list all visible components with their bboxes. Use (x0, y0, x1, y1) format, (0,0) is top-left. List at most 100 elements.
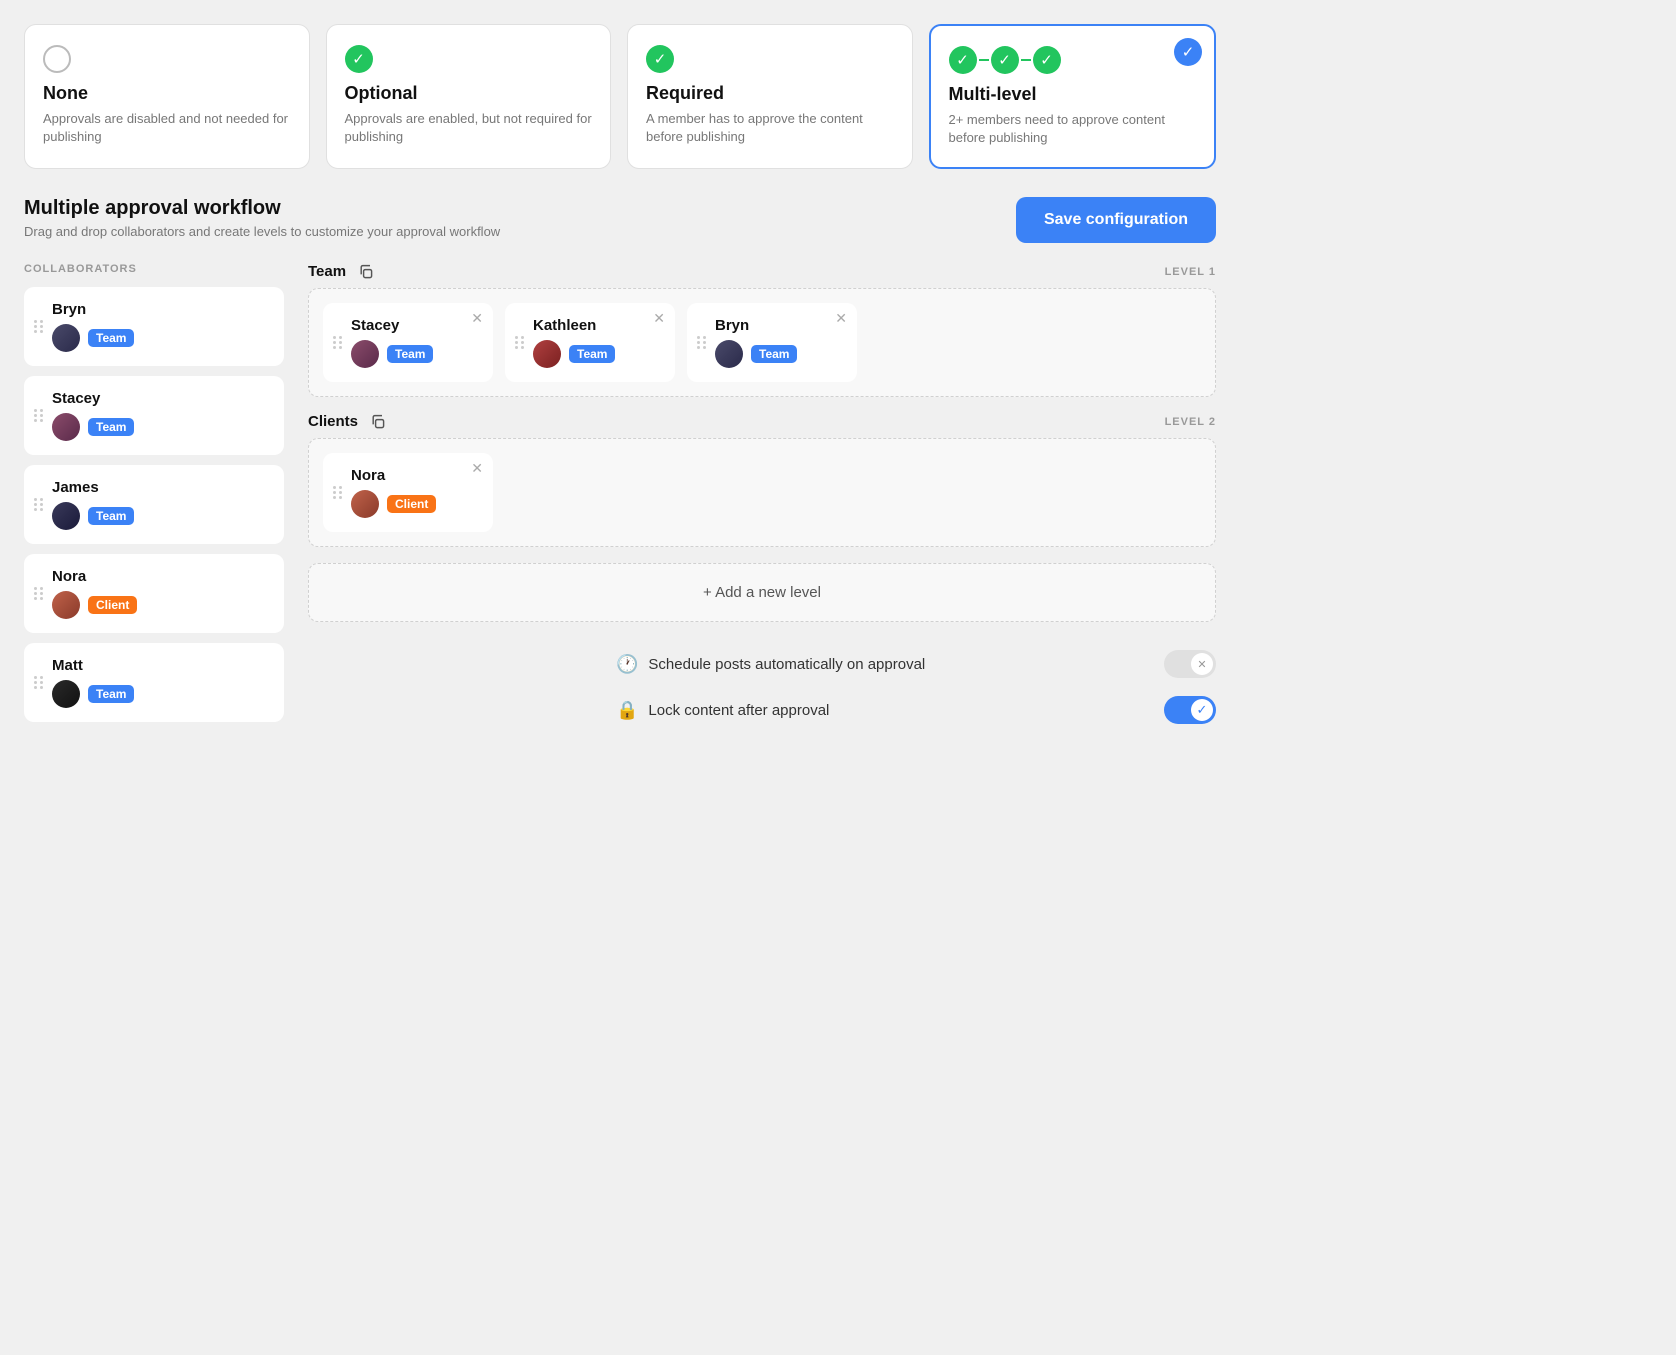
bryn-badge: Team (88, 329, 134, 347)
multi-dash-1 (979, 59, 989, 61)
lock-toggle-label: 🔒 Lock content after approval (616, 700, 829, 721)
drag-handle-matt[interactable] (34, 676, 44, 689)
james-badge: Team (88, 507, 134, 525)
level-1-copy-icon[interactable] (358, 264, 374, 280)
drag-handle-level-kathleen[interactable] (515, 336, 525, 349)
workflow-header: Multiple approval workflow Drag and drop… (24, 197, 1216, 243)
drag-handle-stacey[interactable] (34, 409, 44, 422)
level-1-member-stacey[interactable]: ✕ Stacey Team (323, 303, 493, 382)
schedule-toggle-switch[interactable]: ✕ (1164, 650, 1216, 678)
none-title: None (43, 83, 291, 104)
none-icon (43, 45, 71, 73)
nora-row: Client (52, 591, 137, 619)
schedule-toggle-row: 🕐 Schedule posts automatically on approv… (616, 646, 1216, 682)
stacey-info: Stacey Team (52, 390, 134, 441)
approval-card-multilevel[interactable]: ✓ ✓ ✓ ✓ Multi-level 2+ members need to a… (929, 24, 1217, 169)
drag-dots-james (34, 498, 44, 511)
collaborator-nora[interactable]: Nora Client (24, 554, 284, 633)
level-1-member-bryn[interactable]: ✕ Bryn Team (687, 303, 857, 382)
kathleen-remove-button[interactable]: ✕ (653, 311, 665, 325)
optional-title: Optional (345, 83, 593, 104)
drag-handle-james[interactable] (34, 498, 44, 511)
nora-badge: Client (88, 596, 137, 614)
workflow-header-text: Multiple approval workflow Drag and drop… (24, 197, 500, 239)
required-desc: A member has to approve the content befo… (646, 110, 894, 146)
lock-toggle-row: 🔒 Lock content after approval ✓ (616, 692, 1216, 728)
level-1-name: Team (308, 263, 374, 280)
level-1-member-kathleen[interactable]: ✕ Kathleen Team (505, 303, 675, 382)
bryn-row: Team (52, 324, 134, 352)
level-2-badge: LEVEL 2 (1165, 416, 1216, 428)
drag-handle-bryn[interactable] (34, 320, 44, 333)
matt-info: Matt Team (52, 657, 134, 708)
collaborator-bryn[interactable]: Bryn Team (24, 287, 284, 366)
multilevel-title: Multi-level (949, 84, 1197, 105)
nora-remove-button[interactable]: ✕ (471, 461, 483, 475)
level-2-member-nora[interactable]: ✕ Nora Client (323, 453, 493, 532)
drag-dots-stacey (34, 409, 44, 422)
multilevel-selected-icon: ✓ (1174, 38, 1202, 66)
level-1-content: ✕ Stacey Team (308, 288, 1216, 397)
approval-types-container: None Approvals are disabled and not need… (24, 24, 1216, 169)
collaborators-label: COLLABORATORS (24, 263, 284, 275)
level-stacey-badge: Team (387, 345, 433, 363)
required-icon-row: ✓ (646, 45, 894, 73)
bryn-name: Bryn (52, 301, 134, 318)
stacey-badge: Team (88, 418, 134, 436)
add-level-button[interactable]: + Add a new level (308, 563, 1216, 622)
multi-dash-2 (1021, 59, 1031, 61)
james-info: James Team (52, 479, 134, 530)
levels-column: Team LEVEL 1 ✕ (308, 263, 1216, 732)
nora-info: Nora Client (52, 568, 137, 619)
drag-dots-matt (34, 676, 44, 689)
multi-check-2: ✓ (991, 46, 1019, 74)
lock-toggle-switch[interactable]: ✓ (1164, 696, 1216, 724)
bryn-remove-button[interactable]: ✕ (835, 311, 847, 325)
clock-icon: 🕐 (616, 654, 638, 675)
stacey-remove-button[interactable]: ✕ (471, 311, 483, 325)
save-configuration-button[interactable]: Save configuration (1016, 197, 1216, 243)
bryn-info: Bryn Team (52, 301, 134, 352)
level-2-copy-icon[interactable] (370, 414, 386, 430)
drag-dots-bryn (34, 320, 44, 333)
collaborator-stacey[interactable]: Stacey Team (24, 376, 284, 455)
level-nora-badge: Client (387, 495, 436, 513)
multilevel-desc: 2+ members need to approve content befor… (949, 111, 1197, 147)
bottom-options: 🕐 Schedule posts automatically on approv… (616, 646, 1216, 728)
required-icon: ✓ (646, 45, 674, 73)
james-name: James (52, 479, 134, 496)
approval-card-none[interactable]: None Approvals are disabled and not need… (24, 24, 310, 169)
approval-card-required[interactable]: ✓ Required A member has to approve the c… (627, 24, 913, 169)
none-icon-row (43, 45, 291, 73)
approval-card-optional[interactable]: ✓ Optional Approvals are enabled, but no… (326, 24, 612, 169)
stacey-row: Team (52, 413, 134, 441)
level-nora-avatar (351, 490, 379, 518)
level-bryn-info: Bryn Team (715, 317, 797, 368)
level-2-content: ✕ Nora Client (308, 438, 1216, 547)
lock-icon: 🔒 (616, 700, 638, 721)
stacey-name: Stacey (52, 390, 134, 407)
level-bryn-badge: Team (751, 345, 797, 363)
optional-desc: Approvals are enabled, but not required … (345, 110, 593, 146)
nora-name: Nora (52, 568, 137, 585)
multilevel-icon-row: ✓ ✓ ✓ (949, 46, 1197, 74)
workflow-title: Multiple approval workflow (24, 197, 500, 220)
collaborator-matt[interactable]: Matt Team (24, 643, 284, 722)
matt-row: Team (52, 680, 134, 708)
schedule-toggle-text: Schedule posts automatically on approval (648, 656, 925, 673)
matt-badge: Team (88, 685, 134, 703)
level-stacey-name: Stacey (351, 317, 433, 334)
workflow-subtitle: Drag and drop collaborators and create l… (24, 224, 500, 239)
drag-handle-level-bryn[interactable] (697, 336, 707, 349)
optional-icon-row: ✓ (345, 45, 593, 73)
drag-handle-level-nora[interactable] (333, 486, 343, 499)
drag-handle-nora[interactable] (34, 587, 44, 600)
collaborators-column: COLLABORATORS Bryn Team (24, 263, 284, 732)
none-desc: Approvals are disabled and not needed fo… (43, 110, 291, 146)
drag-handle-level-stacey[interactable] (333, 336, 343, 349)
collaborator-james[interactable]: James Team (24, 465, 284, 544)
schedule-toggle-knob: ✕ (1191, 653, 1213, 675)
multilevel-icons: ✓ ✓ ✓ (949, 46, 1061, 74)
level-1-badge: LEVEL 1 (1165, 266, 1216, 278)
level-2-group: Clients LEVEL 2 ✕ (308, 413, 1216, 547)
